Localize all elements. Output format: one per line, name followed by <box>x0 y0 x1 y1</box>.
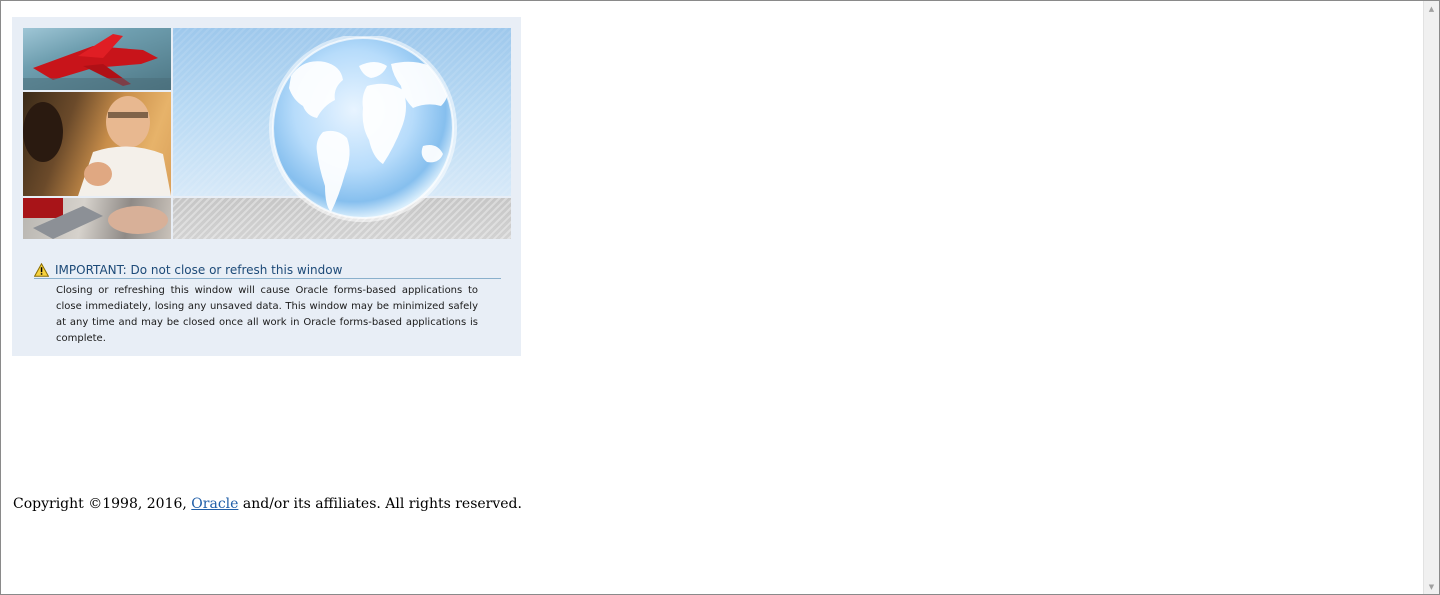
airplane-icon <box>23 34 171 90</box>
notice-title: IMPORTANT: Do not close or refresh this … <box>55 262 343 277</box>
copyright-prefix: Copyright ©1998, 2016, <box>13 496 192 512</box>
airplane-photo <box>23 28 171 90</box>
globe-icon <box>269 36 457 222</box>
laptop-hands-photo <box>23 198 171 239</box>
browser-viewport: IMPORTANT: Do not close or refresh this … <box>0 0 1440 595</box>
banner-image <box>23 28 511 239</box>
vertical-scrollbar[interactable]: ▲ ▼ <box>1423 1 1439 594</box>
oracle-link[interactable]: Oracle <box>191 496 238 512</box>
notice-body: Closing or refreshing this window will c… <box>56 285 478 344</box>
forms-launcher-panel: IMPORTANT: Do not close or refresh this … <box>12 17 521 356</box>
copyright-suffix: and/or its affiliates. All rights reserv… <box>238 496 522 512</box>
copyright-footer: Copyright ©1998, 2016, Oracle and/or its… <box>13 496 522 512</box>
person-icon <box>23 96 171 196</box>
businessman-photo <box>23 92 171 196</box>
scroll-up-arrow-icon[interactable]: ▲ <box>1424 1 1439 16</box>
warning-icon <box>34 262 49 277</box>
laptop-icon <box>23 198 168 239</box>
notice-heading: IMPORTANT: Do not close or refresh this … <box>34 261 501 279</box>
scroll-down-arrow-icon[interactable]: ▼ <box>1424 579 1439 594</box>
